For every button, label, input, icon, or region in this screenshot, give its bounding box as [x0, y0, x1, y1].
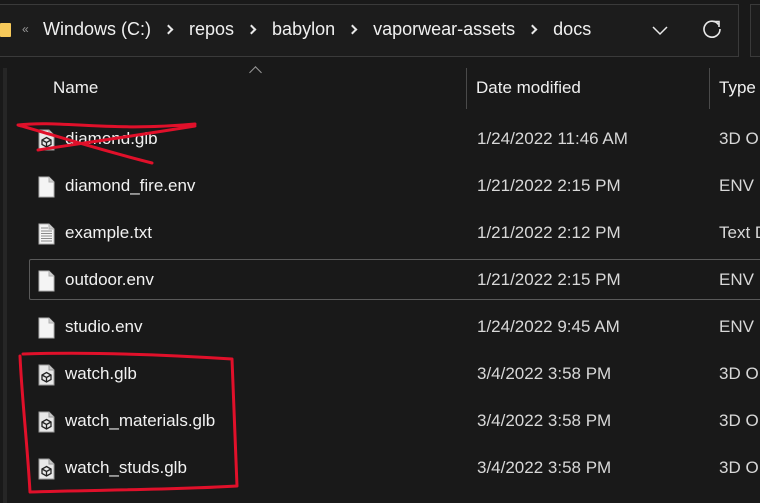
breadcrumb: Windows (C:) repos babylon vaporwear-ass… — [43, 19, 591, 40]
3d-object-file-icon — [38, 458, 55, 480]
folder-icon — [0, 23, 11, 37]
chevron-down-icon[interactable] — [651, 21, 669, 39]
blank-file-icon — [38, 176, 55, 198]
file-date-modified: 3/4/2022 3:58 PM — [477, 364, 612, 383]
chevron-right-icon[interactable] — [163, 24, 174, 35]
file-name[interactable]: watch_studs.glb — [65, 458, 187, 478]
file-type: ENV F — [719, 317, 760, 336]
chevron-right-icon[interactable] — [347, 24, 358, 35]
file-row[interactable]: diamond.glb 1/24/2022 11:46 AM 3D O — [29, 118, 760, 159]
chevron-right-icon[interactable] — [527, 24, 538, 35]
breadcrumb-item-repos[interactable]: repos — [189, 19, 234, 40]
column-divider[interactable] — [709, 68, 710, 109]
column-header-type[interactable]: Type — [719, 78, 756, 98]
file-row[interactable]: watch_materials.glb 3/4/2022 3:58 PM 3D O — [29, 400, 760, 441]
refresh-icon[interactable] — [701, 18, 723, 40]
file-name[interactable]: diamond.glb — [65, 129, 158, 149]
file-name[interactable]: example.txt — [65, 223, 152, 243]
text-file-icon — [38, 223, 55, 245]
file-name[interactable]: studio.env — [65, 317, 143, 337]
file-type: ENV F — [719, 176, 760, 195]
file-type: 3D O — [719, 411, 759, 430]
file-type: ENV F — [719, 270, 760, 289]
column-header-name[interactable]: Name — [53, 78, 98, 98]
file-row[interactable]: watch.glb 3/4/2022 3:58 PM 3D O — [29, 353, 760, 394]
file-name[interactable]: diamond_fire.env — [65, 176, 195, 196]
breadcrumb-item-babylon[interactable]: babylon — [272, 19, 335, 40]
blank-file-icon — [38, 270, 55, 292]
file-type: 3D O — [719, 129, 759, 148]
file-date-modified: 3/4/2022 3:58 PM — [477, 411, 612, 430]
file-name[interactable]: watch.glb — [65, 364, 137, 384]
breadcrumb-overflow-button[interactable]: « — [22, 22, 29, 36]
file-explorer-window: « Windows (C:) repos babylon vaporwear-a… — [0, 0, 760, 503]
file-type: Text D — [719, 223, 760, 242]
3d-object-file-icon — [38, 411, 55, 433]
chevron-right-icon[interactable] — [246, 24, 257, 35]
blank-file-icon — [38, 317, 55, 339]
file-row[interactable]: studio.env 1/24/2022 9:45 AM ENV F — [29, 306, 760, 347]
file-row[interactable]: watch_studs.glb 3/4/2022 3:58 PM 3D O — [29, 447, 760, 488]
chevron-up-icon — [249, 66, 262, 79]
3d-object-file-icon — [38, 129, 55, 151]
file-row[interactable]: example.txt 1/21/2022 2:12 PM Text D — [29, 212, 760, 253]
navigation-pane-edge[interactable] — [3, 68, 7, 503]
file-type: 3D O — [719, 364, 759, 383]
file-date-modified: 1/21/2022 2:15 PM — [477, 270, 621, 289]
file-type: 3D O — [719, 458, 759, 477]
file-name[interactable]: outdoor.env — [65, 270, 154, 290]
3d-object-file-icon — [38, 364, 55, 386]
file-name[interactable]: watch_materials.glb — [65, 411, 215, 431]
search-box-edge[interactable] — [750, 4, 760, 57]
file-row[interactable]: outdoor.env 1/21/2022 2:15 PM ENV F — [29, 259, 760, 300]
file-date-modified: 1/21/2022 2:12 PM — [477, 223, 621, 242]
file-date-modified: 1/24/2022 11:46 AM — [477, 129, 628, 148]
file-date-modified: 3/4/2022 3:58 PM — [477, 458, 612, 477]
column-divider[interactable] — [466, 68, 467, 109]
breadcrumb-item-vaporwear-assets[interactable]: vaporwear-assets — [373, 19, 515, 40]
breadcrumb-item-windows-c[interactable]: Windows (C:) — [43, 19, 151, 40]
breadcrumb-item-docs[interactable]: docs — [553, 19, 591, 40]
file-row[interactable]: diamond_fire.env 1/21/2022 2:15 PM ENV F — [29, 165, 760, 206]
column-header-date-modified[interactable]: Date modified — [476, 78, 581, 98]
file-date-modified: 1/21/2022 2:15 PM — [477, 176, 621, 195]
file-date-modified: 1/24/2022 9:45 AM — [477, 317, 620, 336]
